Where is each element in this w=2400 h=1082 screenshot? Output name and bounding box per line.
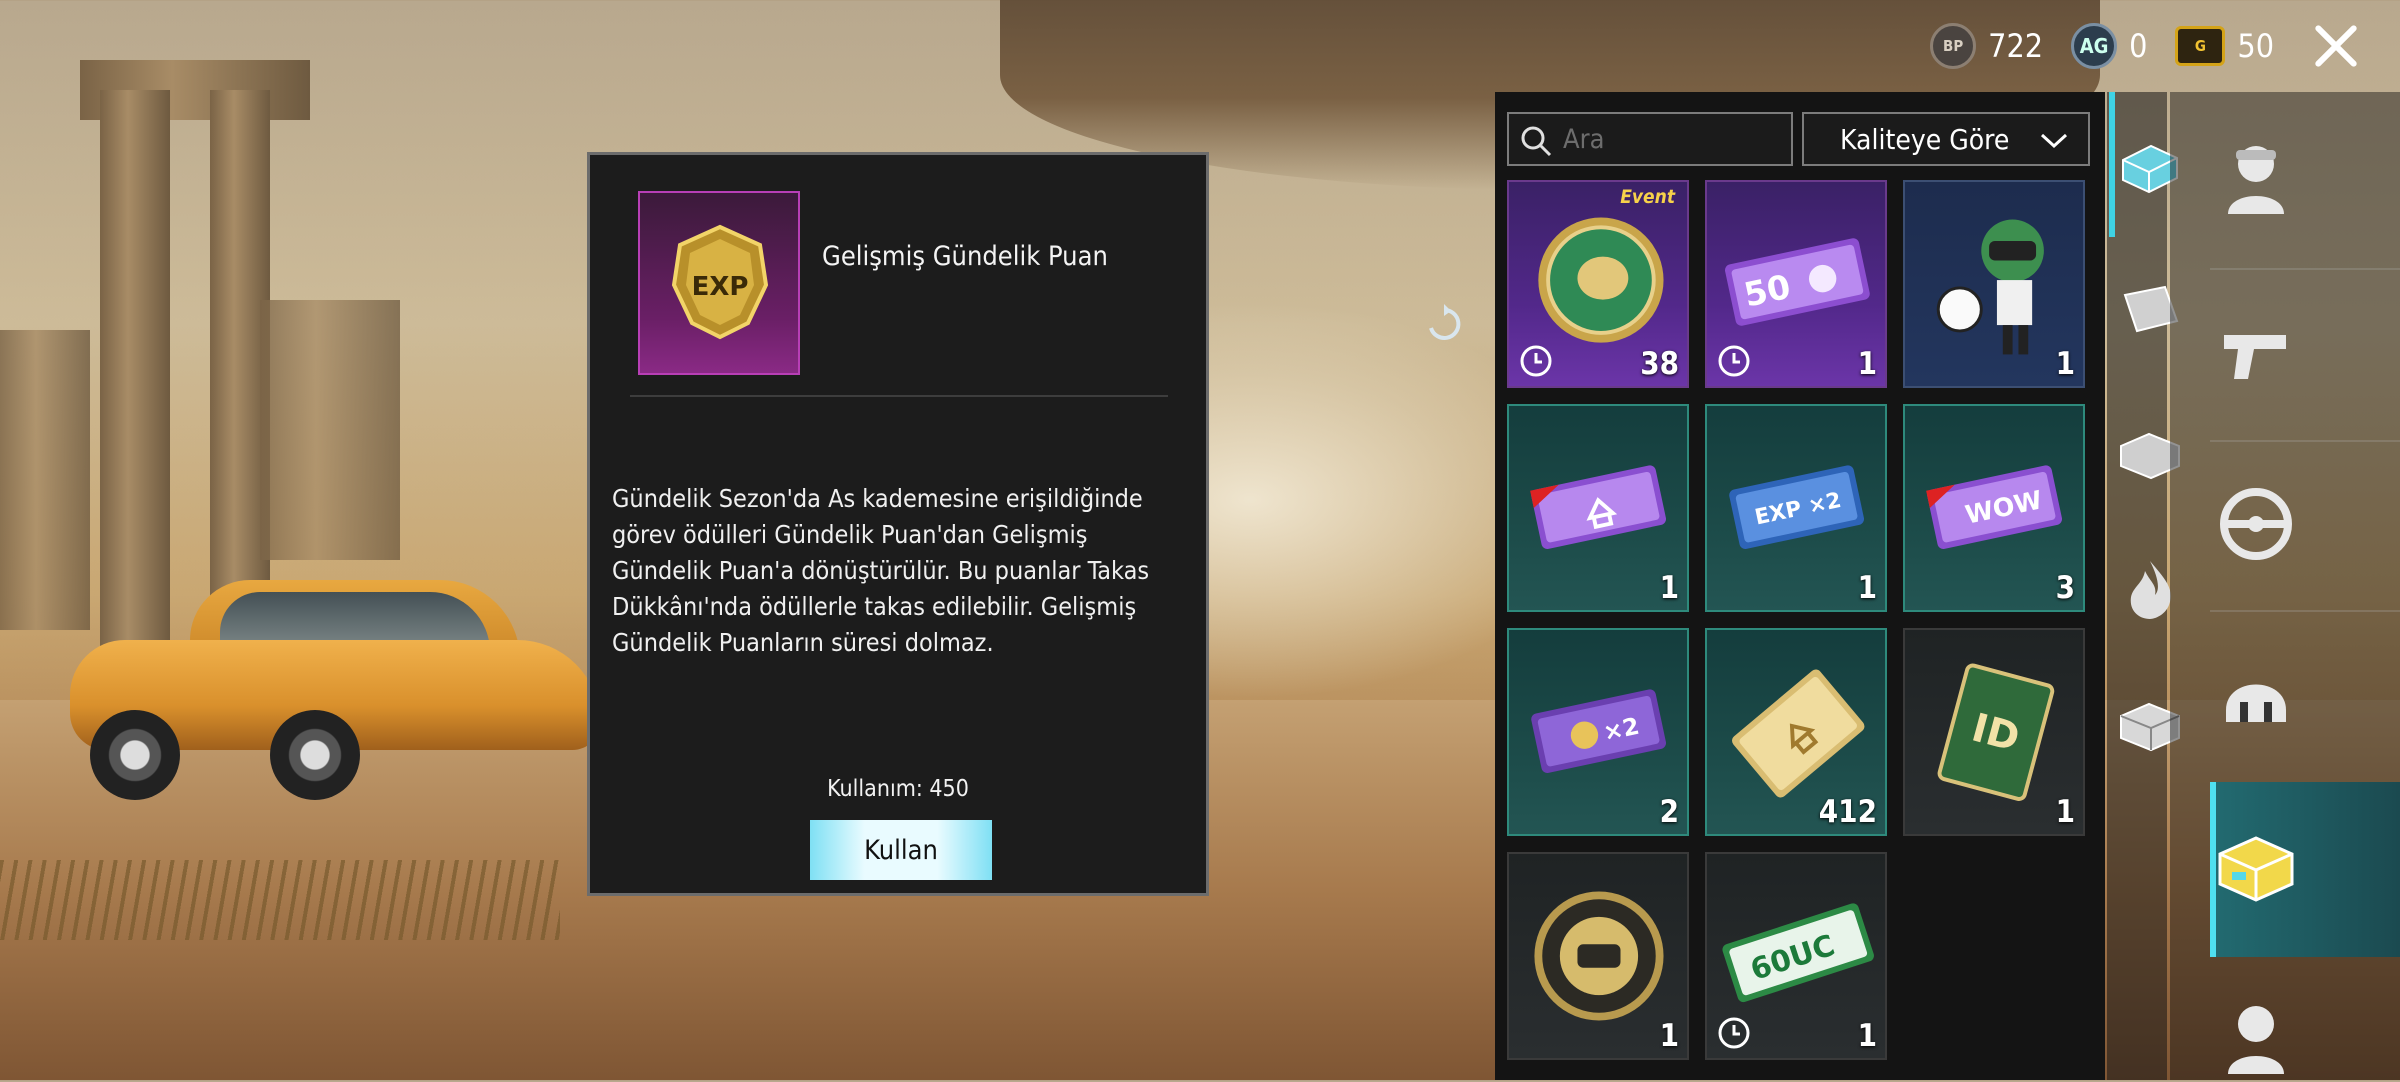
- divider: [2210, 440, 2400, 442]
- crate-active-icon[interactable]: [2210, 822, 2302, 914]
- ruin-pillar: [100, 90, 170, 650]
- use-button[interactable]: Kullan: [810, 820, 992, 880]
- sort-label: Kaliteye Göre: [1840, 122, 2010, 156]
- bp-currency: BP 722: [1930, 23, 2043, 69]
- event-tag: Event: [1620, 186, 1675, 208]
- item-slot-id-card[interactable]: ID 1: [1903, 628, 2085, 836]
- sort-dropdown[interactable]: Kaliteye Göre: [1802, 112, 2090, 166]
- silver-currency: AG 0: [2071, 23, 2147, 69]
- inventory-panel: Kaliteye Göre Event 38: [1495, 92, 2105, 1080]
- usage-count: Kullanım: 450: [827, 776, 969, 802]
- item-slot-coin-card[interactable]: ×2 2: [1507, 628, 1689, 836]
- item-slot-exp-card[interactable]: EXP ×2 1: [1705, 404, 1887, 612]
- close-icon[interactable]: [2312, 22, 2360, 70]
- item-slot-paw-voucher[interactable]: 50 1: [1705, 180, 1887, 388]
- item-quantity: 1: [1857, 570, 1877, 606]
- item-quantity: 1: [1659, 1018, 1679, 1054]
- item-quantity: 1: [2055, 346, 2075, 382]
- dry-grass: [0, 860, 560, 940]
- item-quantity: 1: [2055, 794, 2075, 830]
- svg-text:EXP: EXP: [692, 272, 749, 302]
- item-slot-event-coin[interactable]: Event 38: [1507, 180, 1689, 388]
- search-box[interactable]: [1507, 112, 1793, 166]
- item-slot-wow-card[interactable]: WOW 3: [1903, 404, 2085, 612]
- item-description: Gündelik Sezon'da As kademesine erişildi…: [612, 484, 1150, 657]
- item-slot-home-ticket[interactable]: 412: [1705, 628, 1887, 836]
- gold-coin-icon: G: [2175, 26, 2226, 66]
- avatar-icon[interactable]: [2210, 990, 2302, 1082]
- item-slot-uc-voucher[interactable]: 60UC 1: [1705, 852, 1887, 1060]
- vintage-car: [70, 570, 600, 800]
- item-quantity: 2: [1659, 794, 1679, 830]
- gold-currency: G 50: [2175, 26, 2274, 66]
- exp-badge-icon: EXP: [671, 224, 769, 340]
- search-input[interactable]: [1561, 122, 1785, 156]
- character-icon[interactable]: [2210, 130, 2302, 222]
- clock-icon: [1520, 345, 1552, 377]
- item-quantity: 38: [1640, 346, 1679, 382]
- item-quantity: 412: [1818, 794, 1877, 830]
- item-detail-panel: EXP Gelişmiş Gündelik Puan Gündelik Sezo…: [587, 152, 1209, 896]
- item-slot-home-card[interactable]: 1: [1507, 404, 1689, 612]
- bp-value: 722: [1988, 27, 2044, 65]
- item-quantity: 1: [1857, 1018, 1877, 1054]
- refresh-icon[interactable]: [1424, 304, 1464, 344]
- divider: [630, 395, 1168, 397]
- steering-wheel-icon[interactable]: [2210, 478, 2302, 570]
- item-quantity: 1: [1857, 346, 1877, 382]
- item-quantity: 3: [2055, 570, 2075, 606]
- currency-bar: BP 722 AG 0 G 50: [1930, 22, 2360, 70]
- item-slot-football-character[interactable]: 1: [1903, 180, 2085, 388]
- gold-value: 50: [2237, 27, 2274, 65]
- clock-icon: [1718, 1017, 1750, 1049]
- item-quantity: 1: [1659, 570, 1679, 606]
- item-title: Gelişmiş Gündelik Puan: [822, 241, 1108, 272]
- bp-coin-icon: BP: [1930, 23, 1977, 69]
- chevron-down-icon: [2040, 133, 2068, 149]
- item-icon-frame: EXP: [638, 191, 800, 375]
- silver-coin-icon: AG: [2071, 23, 2118, 69]
- divider: [2210, 610, 2400, 612]
- divider: [2210, 268, 2400, 270]
- helmet-icon[interactable]: [2210, 650, 2302, 742]
- item-slot-pubg-coin[interactable]: 1: [1507, 852, 1689, 1060]
- silver-value: 0: [2129, 27, 2148, 65]
- ruin-rock: [260, 300, 400, 560]
- clock-icon: [1718, 345, 1750, 377]
- pistol-icon[interactable]: [2210, 305, 2302, 397]
- search-icon: [1521, 126, 1552, 157]
